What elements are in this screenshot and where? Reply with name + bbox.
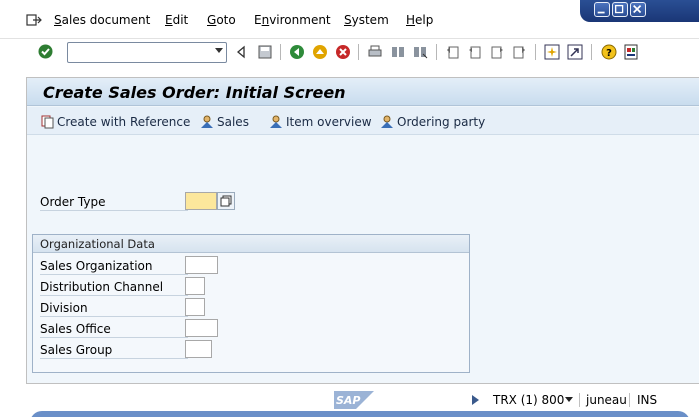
person-icon <box>381 115 393 128</box>
create-session-icon[interactable] <box>544 44 560 60</box>
menu-goto[interactable]: Goto <box>207 13 236 27</box>
maximize-icon <box>615 4 624 14</box>
distribution-channel-label: Distribution Channel <box>40 280 188 296</box>
chevron-down-icon[interactable] <box>565 397 573 402</box>
ok-icon[interactable] <box>38 44 53 59</box>
sales-organization-input[interactable] <box>185 256 218 274</box>
back-icon[interactable] <box>289 44 305 60</box>
value-help-button[interactable] <box>217 192 235 210</box>
save-icon[interactable] <box>257 44 273 60</box>
minimize-icon <box>597 11 605 14</box>
group-title: Organizational Data <box>40 237 155 251</box>
status-expand-icon[interactable] <box>472 395 479 405</box>
sales-office-input[interactable] <box>185 319 218 337</box>
status-divider <box>579 393 580 407</box>
server-name: juneau <box>586 393 627 407</box>
sales-group-label: Sales Group <box>40 343 188 359</box>
maximize-button[interactable] <box>612 2 628 17</box>
title-bar: Create Sales Order: Initial Screen <box>27 78 699 106</box>
last-page-icon[interactable] <box>511 44 527 60</box>
toolbar-separator <box>358 44 359 60</box>
sales-group-input[interactable] <box>185 340 212 358</box>
close-icon <box>633 4 642 14</box>
main-screen: Create Sales Order: Initial Screen Creat… <box>26 77 699 384</box>
sales-organization-label: Sales Organization <box>40 259 188 275</box>
sap-logo: SAP <box>334 391 374 409</box>
sales-office-label: Sales Office <box>40 322 188 338</box>
group-header: Organizational Data <box>33 235 469 253</box>
division-label: Division <box>40 301 188 317</box>
window-bottom-edge <box>30 411 690 417</box>
value-help-icon <box>220 195 232 207</box>
svg-text:SAP: SAP <box>336 394 361 407</box>
minimize-button[interactable] <box>594 2 610 17</box>
toolbar-separator <box>436 44 437 60</box>
cancel-icon[interactable] <box>335 44 351 60</box>
standard-toolbar: ? <box>0 38 699 65</box>
find-icon[interactable] <box>390 44 406 60</box>
create-with-reference-button[interactable]: Create with Reference <box>41 115 190 129</box>
person-icon <box>201 115 213 128</box>
menu-help[interactable]: Help <box>406 13 433 27</box>
application-toolbar: Create with Reference Sales Item overvie… <box>27 107 699 135</box>
next-page-icon[interactable] <box>489 44 505 60</box>
order-type-label: Order Type <box>40 195 188 211</box>
ordering-party-button[interactable]: Ordering party <box>379 115 485 129</box>
menu-environment[interactable]: Environment <box>254 13 331 27</box>
distribution-channel-input[interactable] <box>185 277 205 295</box>
exit-icon[interactable] <box>312 44 328 60</box>
page-title: Create Sales Order: Initial Screen <box>43 83 346 102</box>
shortcut-icon[interactable] <box>567 44 583 60</box>
window-controls <box>580 0 699 22</box>
print-icon[interactable] <box>367 44 383 60</box>
person-icon <box>270 115 282 128</box>
sales-button[interactable]: Sales <box>199 115 249 129</box>
menu-icon[interactable] <box>26 13 42 27</box>
toolbar-separator <box>591 44 592 60</box>
division-input[interactable] <box>185 298 205 316</box>
layout-icon[interactable] <box>623 44 639 60</box>
first-page-icon[interactable] <box>445 44 461 60</box>
status-divider <box>629 393 630 407</box>
command-field[interactable] <box>67 42 227 63</box>
organizational-data-group: Organizational Data Sales Organization D… <box>32 234 470 373</box>
order-type-input[interactable] <box>185 192 217 210</box>
insert-mode[interactable]: INS <box>637 393 657 407</box>
menu-system[interactable]: System <box>344 13 389 27</box>
copy-reference-icon <box>41 115 54 129</box>
toolbar-separator <box>535 44 536 60</box>
previous-page-icon[interactable] <box>467 44 483 60</box>
back-arrow-icon[interactable] <box>233 44 249 60</box>
item-overview-button[interactable]: Item overview <box>268 115 372 129</box>
menu-edit[interactable]: Edit <box>165 13 188 27</box>
chevron-down-icon[interactable] <box>215 48 223 53</box>
help-icon[interactable]: ? <box>601 44 617 60</box>
menu-sales-document[interactable]: Sales document <box>54 13 150 27</box>
svg-text:?: ? <box>606 48 612 59</box>
menu-bar: Sales document Edit Goto Environment Sys… <box>0 0 699 38</box>
toolbar-separator <box>280 44 281 60</box>
close-button[interactable] <box>630 2 646 17</box>
system-info: TRX (1) 800 <box>493 393 565 407</box>
find-next-icon[interactable] <box>412 44 428 60</box>
